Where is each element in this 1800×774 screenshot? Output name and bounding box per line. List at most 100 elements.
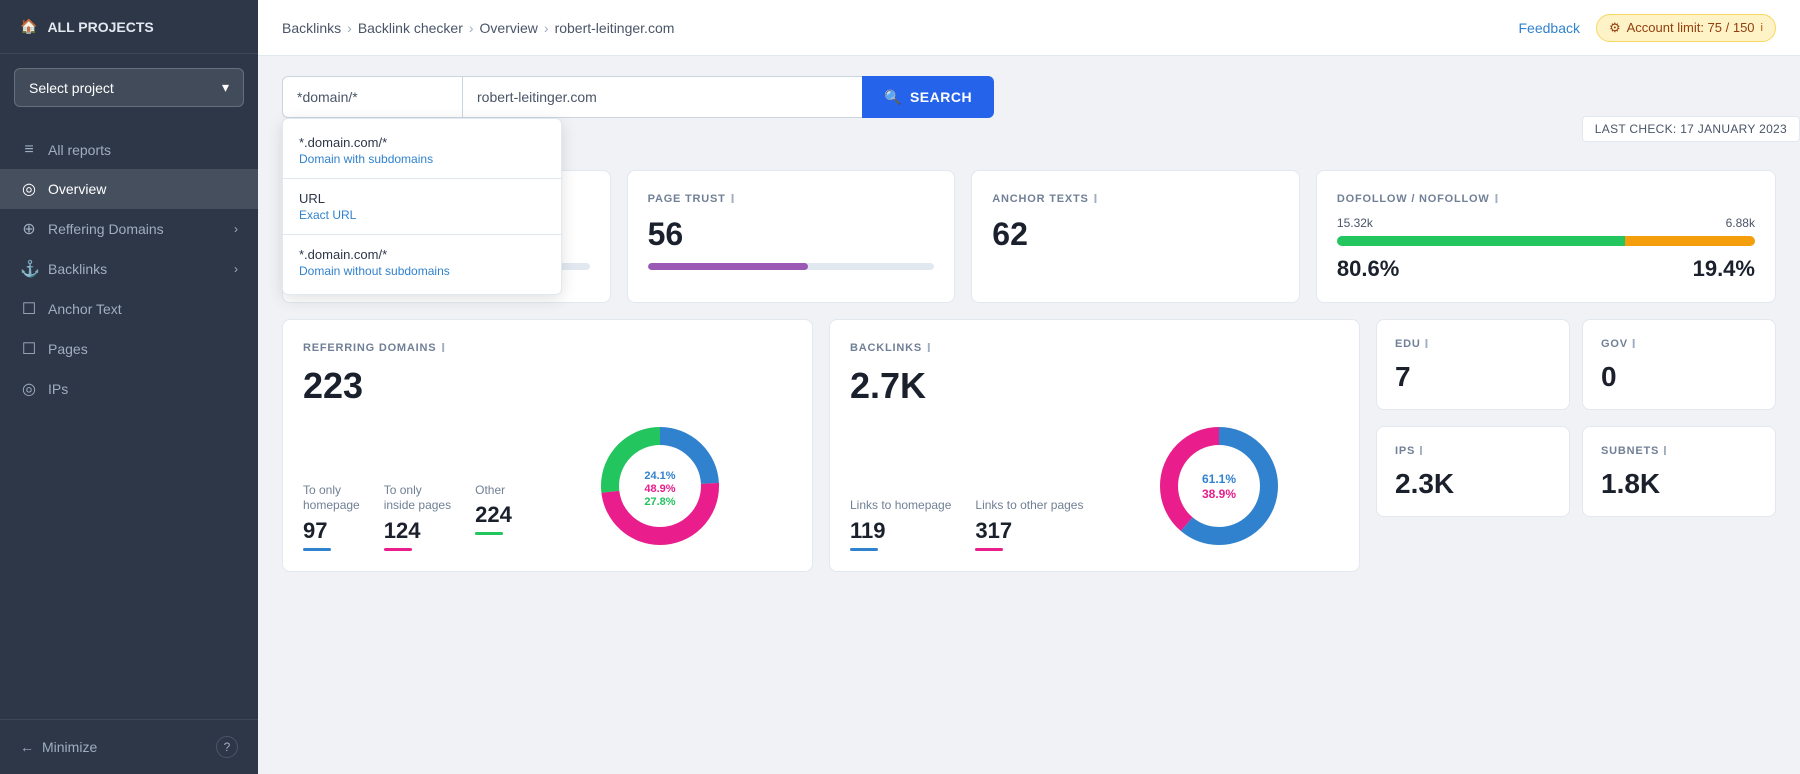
home-icon: 🏠 <box>20 18 37 35</box>
nofollow-count: 6.88k <box>1726 216 1755 230</box>
topbar-actions: Feedback ⚙ Account limit: 75 / 150 i <box>1519 14 1777 42</box>
dofollow-info[interactable]: i <box>1495 191 1499 206</box>
dropdown-item-2[interactable]: URL Exact URL <box>283 181 561 232</box>
backlinks-info[interactable]: i <box>927 340 931 355</box>
page-trust-card: PAGE TRUST i 56 <box>627 170 956 303</box>
ips-label: IPS i <box>1395 443 1551 458</box>
subnets-info[interactable]: i <box>1663 443 1667 458</box>
subnets-card: SUBNETS i 1.8K <box>1582 426 1776 517</box>
search-label: SEARCH <box>910 89 972 105</box>
all-projects-label: ALL PROJECTS <box>47 19 153 35</box>
gov-info[interactable]: i <box>1632 336 1636 351</box>
chevron-icon: › <box>234 262 238 276</box>
domain-sub-items: To onlyhomepage 97 To onlyinside pages 1… <box>303 483 512 551</box>
dofollow-card: DOFOLLOW / NOFOLLOW i 15.32k 6.88k 80.6%… <box>1316 170 1776 303</box>
sub-value: 224 <box>475 502 512 528</box>
nav-label: All reports <box>48 142 111 158</box>
chevron-down-icon: ▾ <box>222 79 229 96</box>
last-check-label: LAST CHECK: 17 JANUARY 2023 <box>1595 122 1787 136</box>
breadcrumb-domain: robert-leitinger.com <box>555 20 675 36</box>
svg-text:27.8%: 27.8% <box>644 496 675 508</box>
gov-card: GOV i 0 <box>1582 319 1776 410</box>
edu-info[interactable]: i <box>1425 336 1429 351</box>
project-select-label: Select project <box>29 80 114 96</box>
nav-label: Backlinks <box>48 261 107 277</box>
breadcrumb-sep: › <box>347 20 352 36</box>
domain-sub-item-other: Other 224 <box>475 483 512 536</box>
dropdown-subtitle: Domain with subdomains <box>299 152 545 166</box>
backlinks-card: BACKLINKS i 2.7K Links to homepage 119 L… <box>829 319 1360 572</box>
sidebar-footer: ← Minimize ? <box>0 719 258 774</box>
anchor-icon: ⚓ <box>20 259 38 279</box>
sub-label: Links to other pages <box>975 498 1083 514</box>
ip-icon: ◎ <box>20 379 38 399</box>
arrow-left-icon: ← <box>20 739 34 755</box>
sub-label: To onlyinside pages <box>384 483 451 514</box>
sub-label: To onlyhomepage <box>303 483 360 514</box>
search-button[interactable]: 🔍 SEARCH <box>862 76 994 118</box>
svg-text:61.1%: 61.1% <box>1202 472 1236 486</box>
nav-label: Anchor Text <box>48 301 122 317</box>
domain-sub-item-inside: To onlyinside pages 124 <box>384 483 451 551</box>
search-dropdown: *.domain.com/* Domain with subdomains UR… <box>282 118 562 295</box>
dofollow-segment <box>1337 236 1625 246</box>
sub-bar <box>303 548 331 551</box>
ips-info[interactable]: i <box>1419 443 1423 458</box>
dropdown-item-3[interactable]: *.domain.com/* Domain without subdomains <box>283 237 561 288</box>
sub-value: 97 <box>303 518 360 544</box>
sidebar-item-overview[interactable]: ◎ Overview <box>0 169 258 209</box>
edu-card: EDU i 7 <box>1376 319 1570 410</box>
search-type-input[interactable] <box>282 76 462 118</box>
list-icon: ≡ <box>20 141 38 159</box>
sidebar-item-all-reports[interactable]: ≡ All reports <box>0 131 258 169</box>
sub-bar <box>384 548 412 551</box>
nav-section: ≡ All reports ◎ Overview ⊕ Reffering Dom… <box>0 121 258 719</box>
sub-value: 317 <box>975 518 1083 544</box>
nav-label: Reffering Domains <box>48 221 164 237</box>
anchor-texts-card: ANCHOR TEXTS i 62 <box>971 170 1300 303</box>
dropdown-subtitle: Exact URL <box>299 208 545 222</box>
all-projects-header[interactable]: 🏠 ALL PROJECTS <box>0 0 258 54</box>
breadcrumb-overview[interactable]: Overview <box>480 20 538 36</box>
page-icon: ☐ <box>20 339 38 359</box>
bottom-row: REFERRING DOMAINS i 223 To onlyhomepage … <box>282 319 1776 572</box>
sidebar-item-ips[interactable]: ◎ IPs <box>0 369 258 409</box>
sub-value: 124 <box>384 518 451 544</box>
backlinks-value: 2.7K <box>850 365 1339 407</box>
referring-domains-details: To onlyhomepage 97 To onlyinside pages 1… <box>303 421 792 551</box>
sub-bar <box>475 532 503 535</box>
anchor-texts-info[interactable]: i <box>1094 191 1098 206</box>
breadcrumb-backlinks[interactable]: Backlinks <box>282 20 341 36</box>
anchor-texts-value: 62 <box>992 216 1279 253</box>
help-icon[interactable]: ? <box>216 736 238 758</box>
info-icon: i <box>1761 22 1763 34</box>
content-area: 🔍 SEARCH *.domain.com/* Domain with subd… <box>258 56 1800 774</box>
subnets-value: 1.8K <box>1601 468 1757 500</box>
chevron-icon: › <box>234 222 238 236</box>
feedback-link[interactable]: Feedback <box>1519 20 1580 36</box>
dropdown-item-1[interactable]: *.domain.com/* Domain with subdomains <box>283 125 561 176</box>
dropdown-subtitle: Domain without subdomains <box>299 264 545 278</box>
sidebar-item-pages[interactable]: ☐ Pages <box>0 329 258 369</box>
page-trust-info[interactable]: i <box>731 191 735 206</box>
referring-domains-info[interactable]: i <box>441 340 445 355</box>
ips-value: 2.3K <box>1395 468 1551 500</box>
project-select[interactable]: Select project ▾ <box>14 68 244 107</box>
breadcrumb-sep: › <box>469 20 474 36</box>
referring-domains-card: REFERRING DOMAINS i 223 To onlyhomepage … <box>282 319 813 572</box>
sidebar-item-anchor-text[interactable]: ☐ Anchor Text <box>0 289 258 329</box>
sub-label: Links to homepage <box>850 498 951 514</box>
sidebar-item-referring-domains[interactable]: ⊕ Reffering Domains › <box>0 209 258 249</box>
account-limit-badge: ⚙ Account limit: 75 / 150 i <box>1596 14 1776 42</box>
backlinks-sub-homepage: Links to homepage 119 <box>850 498 951 551</box>
minimize-button[interactable]: ← Minimize <box>20 739 97 755</box>
sub-label: Other <box>475 483 512 499</box>
nav-label: Overview <box>48 181 106 197</box>
page-trust-progress <box>648 263 809 270</box>
topbar: Backlinks › Backlink checker › Overview … <box>258 0 1800 56</box>
account-limit-label: Account limit: 75 / 150 <box>1627 20 1755 35</box>
search-url-input[interactable] <box>462 76 862 118</box>
gov-value: 0 <box>1601 361 1757 393</box>
breadcrumb-checker[interactable]: Backlink checker <box>358 20 463 36</box>
sidebar-item-backlinks[interactable]: ⚓ Backlinks › <box>0 249 258 289</box>
